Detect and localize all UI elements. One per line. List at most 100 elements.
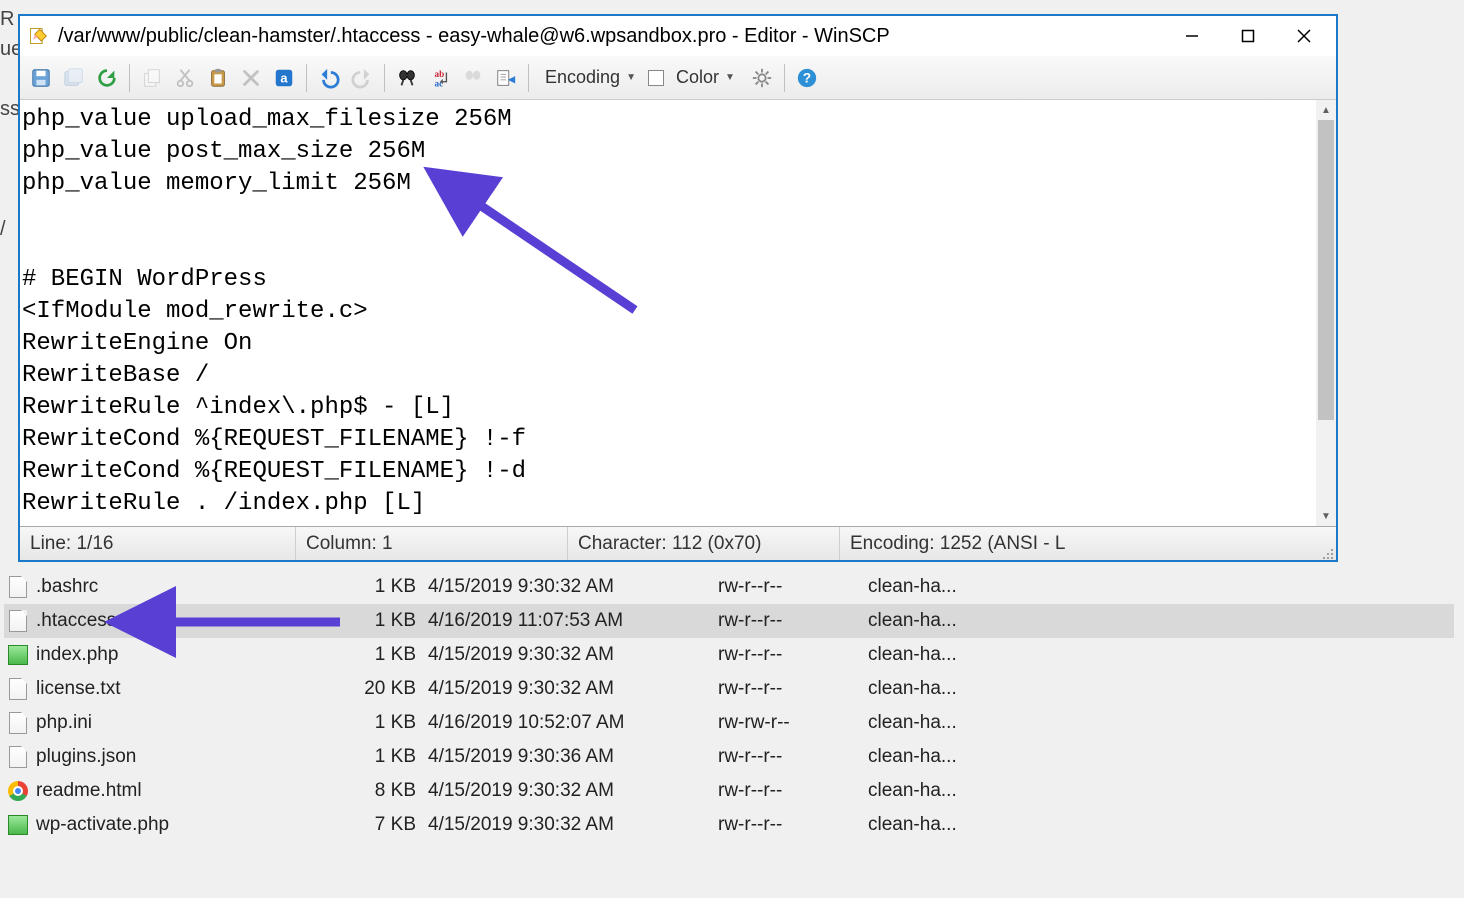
file-name: wp-activate.php: [32, 814, 352, 836]
file-row[interactable]: index.php1 KB4/15/2019 9:30:32 AMrw-r--r…: [4, 638, 1454, 672]
paste-button[interactable]: [203, 63, 233, 93]
file-icon: [9, 610, 27, 632]
file-permissions: rw-r--r--: [718, 644, 868, 666]
file-permissions: rw-r--r--: [718, 678, 868, 700]
replace-button[interactable]: abac: [425, 63, 455, 93]
file-owner: clean-ha...: [868, 678, 1028, 700]
scroll-thumb[interactable]: [1318, 120, 1334, 420]
file-size: 1 KB: [352, 712, 428, 734]
status-column: Column: 1: [296, 527, 568, 560]
color-checkbox[interactable]: [648, 70, 664, 86]
redo-button[interactable]: [347, 63, 377, 93]
chevron-down-icon: ▼: [725, 72, 735, 83]
file-owner: clean-ha...: [868, 644, 1028, 666]
file-owner: clean-ha...: [868, 712, 1028, 734]
file-name: license.txt: [32, 678, 352, 700]
scroll-down-icon[interactable]: ▼: [1316, 506, 1336, 526]
file-size: 1 KB: [352, 746, 428, 768]
status-character: Character: 112 (0x70): [568, 527, 840, 560]
maximize-button[interactable]: [1220, 18, 1276, 54]
file-name: plugins.json: [32, 746, 352, 768]
delete-button[interactable]: [236, 63, 266, 93]
file-permissions: rw-rw-r--: [718, 712, 868, 734]
minimize-button[interactable]: [1164, 18, 1220, 54]
file-row[interactable]: php.ini1 KB4/16/2019 10:52:07 AMrw-rw-r-…: [4, 706, 1454, 740]
file-name: .htaccess: [32, 610, 352, 632]
copy-button[interactable]: [137, 63, 167, 93]
file-row[interactable]: license.txt20 KB4/15/2019 9:30:32 AMrw-r…: [4, 672, 1454, 706]
preferences-button[interactable]: [747, 63, 777, 93]
file-row[interactable]: plugins.json1 KB4/15/2019 9:30:36 AMrw-r…: [4, 740, 1454, 774]
file-row[interactable]: wp-activate.php7 KB4/15/2019 9:30:32 AMr…: [4, 808, 1454, 842]
undo-button[interactable]: [314, 63, 344, 93]
file-row[interactable]: .htaccess1 KB4/16/2019 11:07:53 AMrw-r--…: [4, 604, 1454, 638]
file-row[interactable]: readme.html8 KB4/15/2019 9:30:32 AMrw-r-…: [4, 774, 1454, 808]
svg-text:a: a: [280, 70, 288, 85]
file-size: 1 KB: [352, 576, 428, 598]
color-label: Color: [676, 67, 719, 88]
file-icon: [9, 576, 27, 598]
editor-content[interactable]: php_value upload_max_filesize 256M php_v…: [20, 100, 1316, 526]
file-name: .bashrc: [32, 576, 352, 598]
goto-button[interactable]: [491, 63, 521, 93]
reload-button[interactable]: [92, 63, 122, 93]
editor-window: /var/www/public/clean-hamster/.htaccess …: [18, 14, 1338, 562]
titlebar[interactable]: /var/www/public/clean-hamster/.htaccess …: [20, 16, 1336, 56]
file-owner: clean-ha...: [868, 780, 1028, 802]
chrome-html-icon: [8, 781, 28, 801]
file-name: readme.html: [32, 780, 352, 802]
app-edit-icon: [28, 26, 48, 46]
file-date: 4/16/2019 11:07:53 AM: [428, 610, 718, 632]
status-bar: Line: 1/16 Column: 1 Character: 112 (0x7…: [20, 526, 1336, 560]
scroll-up-icon[interactable]: ▲: [1316, 100, 1336, 120]
php-file-icon: [8, 815, 28, 835]
save-all-button[interactable]: [59, 63, 89, 93]
file-size: 1 KB: [352, 644, 428, 666]
file-date: 4/15/2019 9:30:32 AM: [428, 814, 718, 836]
svg-text:?: ?: [803, 70, 811, 85]
file-permissions: rw-r--r--: [718, 780, 868, 802]
file-icon: [9, 678, 27, 700]
save-button[interactable]: [26, 63, 56, 93]
file-name: php.ini: [32, 712, 352, 734]
file-permissions: rw-r--r--: [718, 814, 868, 836]
select-all-button[interactable]: a: [269, 63, 299, 93]
status-line: Line: 1/16: [20, 527, 296, 560]
close-button[interactable]: [1276, 18, 1332, 54]
resize-grip-icon[interactable]: [1320, 544, 1334, 558]
window-title: /var/www/public/clean-hamster/.htaccess …: [58, 25, 1164, 48]
file-owner: clean-ha...: [868, 576, 1028, 598]
file-row[interactable]: .bashrc1 KB4/15/2019 9:30:32 AMrw-r--r--…: [4, 570, 1454, 604]
find-button[interactable]: [392, 63, 422, 93]
chevron-down-icon: ▼: [626, 72, 636, 83]
file-permissions: rw-r--r--: [718, 746, 868, 768]
cut-button[interactable]: [170, 63, 200, 93]
file-size: 20 KB: [352, 678, 428, 700]
vertical-scrollbar[interactable]: ▲ ▼: [1316, 100, 1336, 526]
php-file-icon: [8, 645, 28, 665]
file-date: 4/15/2019 9:30:32 AM: [428, 780, 718, 802]
file-size: 1 KB: [352, 610, 428, 632]
file-owner: clean-ha...: [868, 746, 1028, 768]
toolbar: a abac Encoding▼ Color ▼ ?: [20, 56, 1336, 100]
file-date: 4/15/2019 9:30:36 AM: [428, 746, 718, 768]
file-icon: [9, 712, 27, 734]
file-icon: [9, 746, 27, 768]
file-date: 4/15/2019 9:30:32 AM: [428, 678, 718, 700]
file-permissions: rw-r--r--: [718, 576, 868, 598]
status-encoding: Encoding: 1252 (ANSI - L: [840, 527, 1336, 560]
color-menu[interactable]: Color ▼: [667, 63, 744, 93]
encoding-menu[interactable]: Encoding▼: [536, 63, 645, 93]
file-date: 4/16/2019 10:52:07 AM: [428, 712, 718, 734]
file-name: index.php: [32, 644, 352, 666]
file-permissions: rw-r--r--: [718, 610, 868, 632]
file-date: 4/15/2019 9:30:32 AM: [428, 576, 718, 598]
file-list[interactable]: .bashrc1 KB4/15/2019 9:30:32 AMrw-r--r--…: [4, 570, 1454, 842]
find-next-button[interactable]: [458, 63, 488, 93]
file-date: 4/15/2019 9:30:32 AM: [428, 644, 718, 666]
file-owner: clean-ha...: [868, 814, 1028, 836]
help-button[interactable]: ?: [792, 63, 822, 93]
file-size: 8 KB: [352, 780, 428, 802]
file-size: 7 KB: [352, 814, 428, 836]
file-owner: clean-ha...: [868, 610, 1028, 632]
